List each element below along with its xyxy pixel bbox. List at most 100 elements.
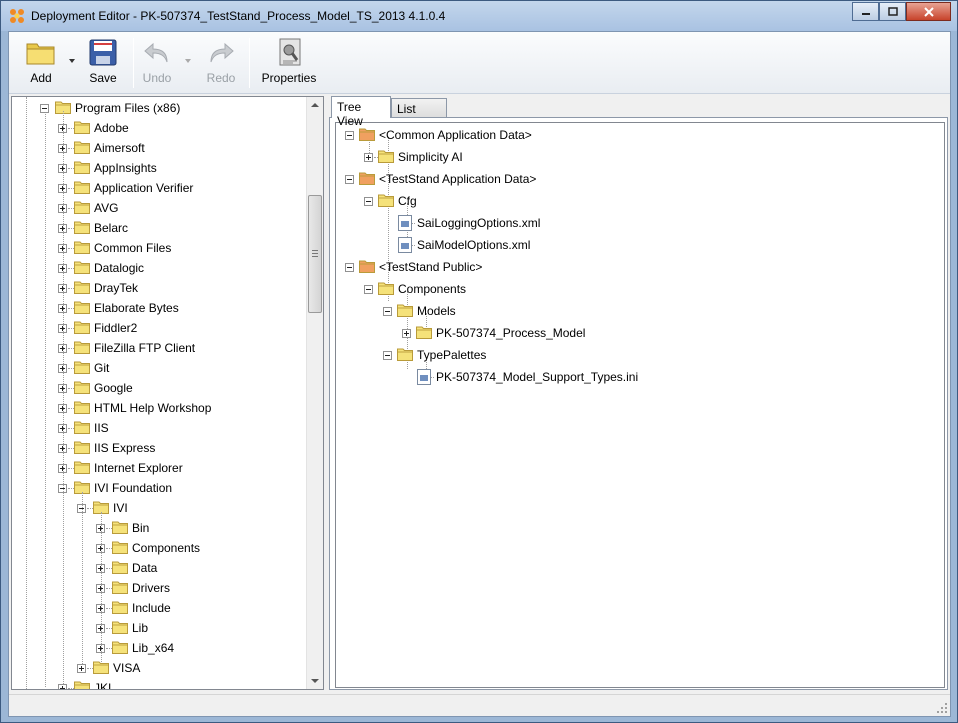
add-button[interactable]: Add <box>19 35 63 89</box>
tree-item[interactable]: Common Files <box>12 238 323 258</box>
tree-item[interactable]: FileZilla FTP Client <box>12 338 323 358</box>
tree-item[interactable]: IIS <box>12 418 323 438</box>
tree-item[interactable]: Internet Explorer <box>12 458 323 478</box>
folder-icon <box>112 561 128 574</box>
redo-button[interactable]: Redo <box>201 35 241 89</box>
tree-item-pk-507374-model-support-types-ini[interactable]: PK-507374_Model_Support_Types.ini <box>336 367 936 387</box>
collapse-icon[interactable] <box>383 307 392 316</box>
tree-connector-line <box>68 448 74 449</box>
tree-item[interactable]: Adobe <box>12 118 323 138</box>
tree-connector-line <box>68 248 74 249</box>
tree-item-teststand-public[interactable]: <TestStand Public> <box>336 257 936 277</box>
undo-button[interactable]: Undo <box>137 35 177 89</box>
minimize-button[interactable] <box>852 2 879 21</box>
close-button[interactable] <box>906 2 951 21</box>
scrollbar-thumb[interactable] <box>308 195 322 313</box>
collapse-icon[interactable] <box>40 104 49 113</box>
scroll-down-arrow-icon[interactable] <box>311 679 319 683</box>
tree-item[interactable]: Belarc <box>12 218 323 238</box>
tree-item[interactable]: Bin <box>12 518 323 538</box>
tree-item-label: Fiddler2 <box>94 321 138 335</box>
title-bar[interactable]: Deployment Editor - PK-507374_TestStand_… <box>1 1 957 31</box>
tree-connector-line <box>68 428 74 429</box>
tree-item-program-files-x86[interactable]: Program Files (x86) <box>12 98 323 118</box>
undo-arrow-icon <box>144 42 168 63</box>
vertical-scrollbar[interactable] <box>306 97 323 689</box>
collapse-icon[interactable] <box>364 197 373 206</box>
maximize-button[interactable] <box>879 2 906 21</box>
properties-button[interactable]: Properties <box>259 35 319 89</box>
tree-connector-line <box>106 588 112 589</box>
expand-icon[interactable] <box>364 153 373 162</box>
tree-item-saimodeloptions-xml[interactable]: SaiModelOptions.xml <box>336 235 936 255</box>
tree-item-simplicity-ai[interactable]: Simplicity AI <box>336 147 936 167</box>
tree-item-teststand-application-data[interactable]: <TestStand Application Data> <box>336 169 936 189</box>
collapse-icon[interactable] <box>345 175 354 184</box>
tree-item-models[interactable]: Models <box>336 301 936 321</box>
tree-item[interactable]: AppInsights <box>12 158 323 178</box>
tree-view-pane: <Common Application Data> Simplicity AI <T… <box>329 117 948 690</box>
tree-item[interactable]: Fiddler2 <box>12 318 323 338</box>
app-logo-icon <box>10 9 24 23</box>
add-dropdown-arrow-icon[interactable] <box>69 59 75 63</box>
properties-document-icon <box>279 38 301 66</box>
tree-item[interactable]: IVI Foundation <box>12 478 323 498</box>
collapse-icon[interactable] <box>345 131 354 140</box>
tree-item[interactable]: HTML Help Workshop <box>12 398 323 418</box>
tree-item-visa[interactable]: VISA <box>12 658 323 678</box>
special-folder-icon <box>359 260 375 273</box>
tree-item-label: FileZilla FTP Client <box>94 341 196 355</box>
folder-icon <box>378 150 394 163</box>
expand-icon[interactable] <box>402 329 411 338</box>
folder-icon <box>74 281 90 294</box>
deployment-tree[interactable]: <Common Application Data> Simplicity AI <T… <box>335 122 945 688</box>
tab-tree-view[interactable]: Tree View <box>331 96 391 128</box>
collapse-icon[interactable] <box>345 263 354 272</box>
expand-icon[interactable] <box>77 664 86 673</box>
tree-item-common-application-data[interactable]: <Common Application Data> <box>336 125 936 145</box>
tree-item[interactable]: Datalogic <box>12 258 323 278</box>
folder-icon <box>74 141 90 154</box>
tree-item[interactable]: AVG <box>12 198 323 218</box>
resize-grip-icon[interactable] <box>936 702 948 714</box>
collapse-icon[interactable] <box>383 351 392 360</box>
tree-item[interactable]: Git <box>12 358 323 378</box>
tree-item-jki[interactable]: JKI <box>12 678 323 689</box>
folder-icon <box>74 681 90 689</box>
tree-item-label: Components <box>398 282 467 296</box>
tree-item[interactable]: Drivers <box>12 578 323 598</box>
tab-list-view[interactable]: List View <box>391 98 447 130</box>
collapse-icon[interactable] <box>364 285 373 294</box>
tree-item[interactable]: Components <box>12 538 323 558</box>
tree-item[interactable]: Data <box>12 558 323 578</box>
tree-item-typepalettes[interactable]: TypePalettes <box>336 345 936 365</box>
tree-item-sailoggingoptions-xml[interactable]: SaiLoggingOptions.xml <box>336 213 936 233</box>
tree-item[interactable]: Elaborate Bytes <box>12 298 323 318</box>
tree-connector-line <box>68 148 74 149</box>
tree-item[interactable]: Lib_x64 <box>12 638 323 658</box>
redo-label: Redo <box>206 71 236 85</box>
tree-item[interactable]: Lib <box>12 618 323 638</box>
folder-icon <box>112 641 128 654</box>
save-button[interactable]: Save <box>81 35 125 89</box>
tree-item-pk-507374-process-model[interactable]: PK-507374_Process_Model <box>336 323 936 343</box>
tree-item[interactable]: Aimersoft <box>12 138 323 158</box>
tree-item[interactable]: DrayTek <box>12 278 323 298</box>
undo-dropdown-arrow-icon[interactable] <box>185 59 191 63</box>
document-file-icon <box>398 237 412 253</box>
tree-item[interactable]: Application Verifier <box>12 178 323 198</box>
tree-connector-line <box>68 348 74 349</box>
tree-item-cfg[interactable]: Cfg <box>336 191 936 211</box>
scroll-up-arrow-icon[interactable] <box>311 103 319 107</box>
tree-item-ivi[interactable]: IVI <box>12 498 323 518</box>
tree-item-label: DrayTek <box>94 281 139 295</box>
tree-item-label: <TestStand Public> <box>379 260 483 274</box>
file-system-tree[interactable]: Program Files (x86) Adobe Aimersoft AppInsi… <box>11 96 324 690</box>
expand-icon[interactable] <box>58 684 67 689</box>
tree-item[interactable]: Google <box>12 378 323 398</box>
tree-item[interactable]: IIS Express <box>12 438 323 458</box>
folder-icon <box>74 221 90 234</box>
tree-item-components[interactable]: Components <box>336 279 936 299</box>
folder-icon <box>93 661 109 674</box>
tree-item[interactable]: Include <box>12 598 323 618</box>
